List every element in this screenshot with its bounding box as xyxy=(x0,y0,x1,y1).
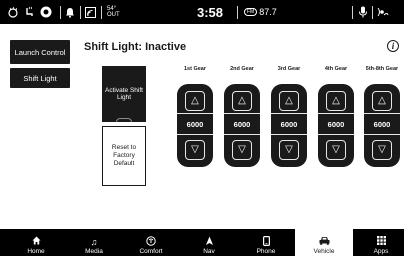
status-separator xyxy=(60,6,61,19)
radio-band: FM xyxy=(244,8,258,16)
arrow-down-icon: ▽ xyxy=(191,144,199,155)
gear-stepper-5th-8th: △ 6000 ▽ xyxy=(364,84,400,167)
status-bar: 54° OUT 3:58 FM 87.7 xyxy=(0,0,404,24)
nav-label: Media xyxy=(85,248,103,255)
nav-media[interactable]: ♫ Media xyxy=(65,229,123,256)
rpm-value: 6000 xyxy=(271,113,307,135)
increase-rpm-button[interactable]: △ xyxy=(232,91,252,111)
activate-label: Activate Shift Light xyxy=(105,87,143,101)
decrease-rpm-button[interactable]: ▽ xyxy=(326,140,346,160)
rpm-value: 6000 xyxy=(224,113,260,135)
increase-rpm-button[interactable]: △ xyxy=(185,91,205,111)
voice-command-icon[interactable] xyxy=(376,0,390,24)
shift-light-button[interactable]: Shift Light xyxy=(10,68,70,88)
driver-profile-icon[interactable] xyxy=(39,0,53,24)
nav-label: Apps xyxy=(373,248,389,255)
status-separator xyxy=(101,6,102,19)
gear-label-5th-8th: 5th-8th Gear xyxy=(365,66,399,72)
gear-label-2nd: 2nd Gear xyxy=(230,66,254,72)
temperature-label: OUT xyxy=(107,12,120,18)
reset-label: Reset to Factory Default xyxy=(111,144,137,167)
comfort-icon xyxy=(146,236,156,248)
apps-grid-icon xyxy=(376,236,386,248)
page-title: Shift Light: Inactive xyxy=(84,41,187,53)
arrow-up-icon: △ xyxy=(238,95,246,106)
gear-label-3rd: 3rd Gear xyxy=(277,66,301,72)
rpm-value: 6000 xyxy=(364,113,400,135)
rpm-value: 6000 xyxy=(318,113,354,135)
arrow-down-icon: ▽ xyxy=(238,144,246,155)
decrease-rpm-button[interactable]: ▽ xyxy=(279,140,299,160)
radio-frequency: 87.7 xyxy=(259,7,277,17)
gear-stepper-2nd: △ 6000 ▽ xyxy=(224,84,260,167)
phone-icon xyxy=(262,236,270,248)
arrow-up-icon: △ xyxy=(332,95,340,106)
activate-shift-light-button[interactable]: Activate Shift Light xyxy=(102,66,146,122)
arrow-up-icon: △ xyxy=(285,95,293,106)
rpm-value: 6000 xyxy=(177,113,213,135)
nav-label: Comfort xyxy=(139,248,163,255)
decrease-rpm-button[interactable]: ▽ xyxy=(185,140,205,160)
nav-label: Phone xyxy=(256,248,276,255)
toggle-indicator xyxy=(116,118,132,122)
navigation-arrow-icon xyxy=(205,236,214,248)
nav-label: Home xyxy=(27,248,45,255)
status-separator xyxy=(372,6,373,19)
nav-comfort[interactable]: Comfort xyxy=(122,229,180,256)
nav-home[interactable]: Home xyxy=(7,229,65,256)
reset-factory-default-button[interactable]: Reset to Factory Default xyxy=(102,126,146,186)
nav-phone[interactable]: Phone xyxy=(237,229,295,256)
arrow-up-icon: △ xyxy=(378,95,386,106)
gear-label-1st: 1st Gear xyxy=(183,66,206,72)
wireless-signal-icon[interactable] xyxy=(83,0,97,24)
arrow-down-icon: ▽ xyxy=(332,144,340,155)
decrease-rpm-button[interactable]: ▽ xyxy=(232,140,252,160)
nav-label: Nav xyxy=(203,248,215,255)
car-icon xyxy=(319,236,330,248)
decrease-rpm-button[interactable]: ▽ xyxy=(372,140,392,160)
radio-station[interactable]: FM 87.7 xyxy=(244,0,284,24)
gear-label-4th: 4th Gear xyxy=(324,66,348,72)
arrow-down-icon: ▽ xyxy=(378,144,386,155)
gear-stepper-1st: △ 6000 ▽ xyxy=(177,84,213,167)
nav-nav[interactable]: Nav xyxy=(180,229,238,256)
launch-control-button[interactable]: Launch Control xyxy=(10,40,70,64)
status-separator xyxy=(80,6,81,19)
heated-steering-icon[interactable] xyxy=(6,0,20,24)
heated-seat-icon[interactable] xyxy=(22,0,36,24)
outside-temperature: 54° OUT xyxy=(107,0,123,24)
home-icon xyxy=(32,236,41,248)
status-separator xyxy=(237,6,238,19)
nav-vehicle[interactable]: Vehicle xyxy=(295,229,353,256)
bottom-nav-bar: Home ♫ Media Comfort Nav Phone Vehicle A… xyxy=(0,229,404,256)
clock: 3:58 xyxy=(196,4,224,20)
increase-rpm-button[interactable]: △ xyxy=(372,91,392,111)
info-icon[interactable]: i xyxy=(387,40,399,52)
nav-label: Vehicle xyxy=(313,248,335,255)
nav-apps[interactable]: Apps xyxy=(352,229,404,256)
notification-bell-icon[interactable] xyxy=(63,0,77,24)
arrow-down-icon: ▽ xyxy=(285,144,293,155)
gear-stepper-4th: △ 6000 ▽ xyxy=(318,84,354,167)
arrow-up-icon: △ xyxy=(191,95,199,106)
gear-stepper-3rd: △ 6000 ▽ xyxy=(271,84,307,167)
voice-microphone-icon[interactable] xyxy=(356,0,370,24)
status-separator xyxy=(352,6,353,19)
increase-rpm-button[interactable]: △ xyxy=(326,91,346,111)
increase-rpm-button[interactable]: △ xyxy=(279,91,299,111)
music-note-icon: ♫ xyxy=(90,237,98,247)
